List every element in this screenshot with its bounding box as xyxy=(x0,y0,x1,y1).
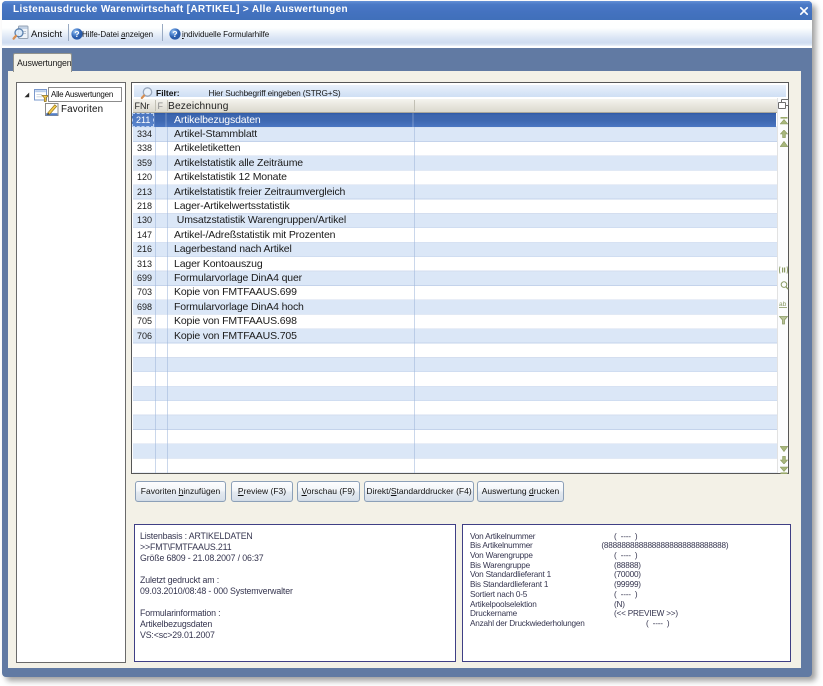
svg-text:?: ? xyxy=(172,29,177,39)
svg-text:ab: ab xyxy=(779,301,787,308)
svg-text:?: ? xyxy=(74,29,79,39)
